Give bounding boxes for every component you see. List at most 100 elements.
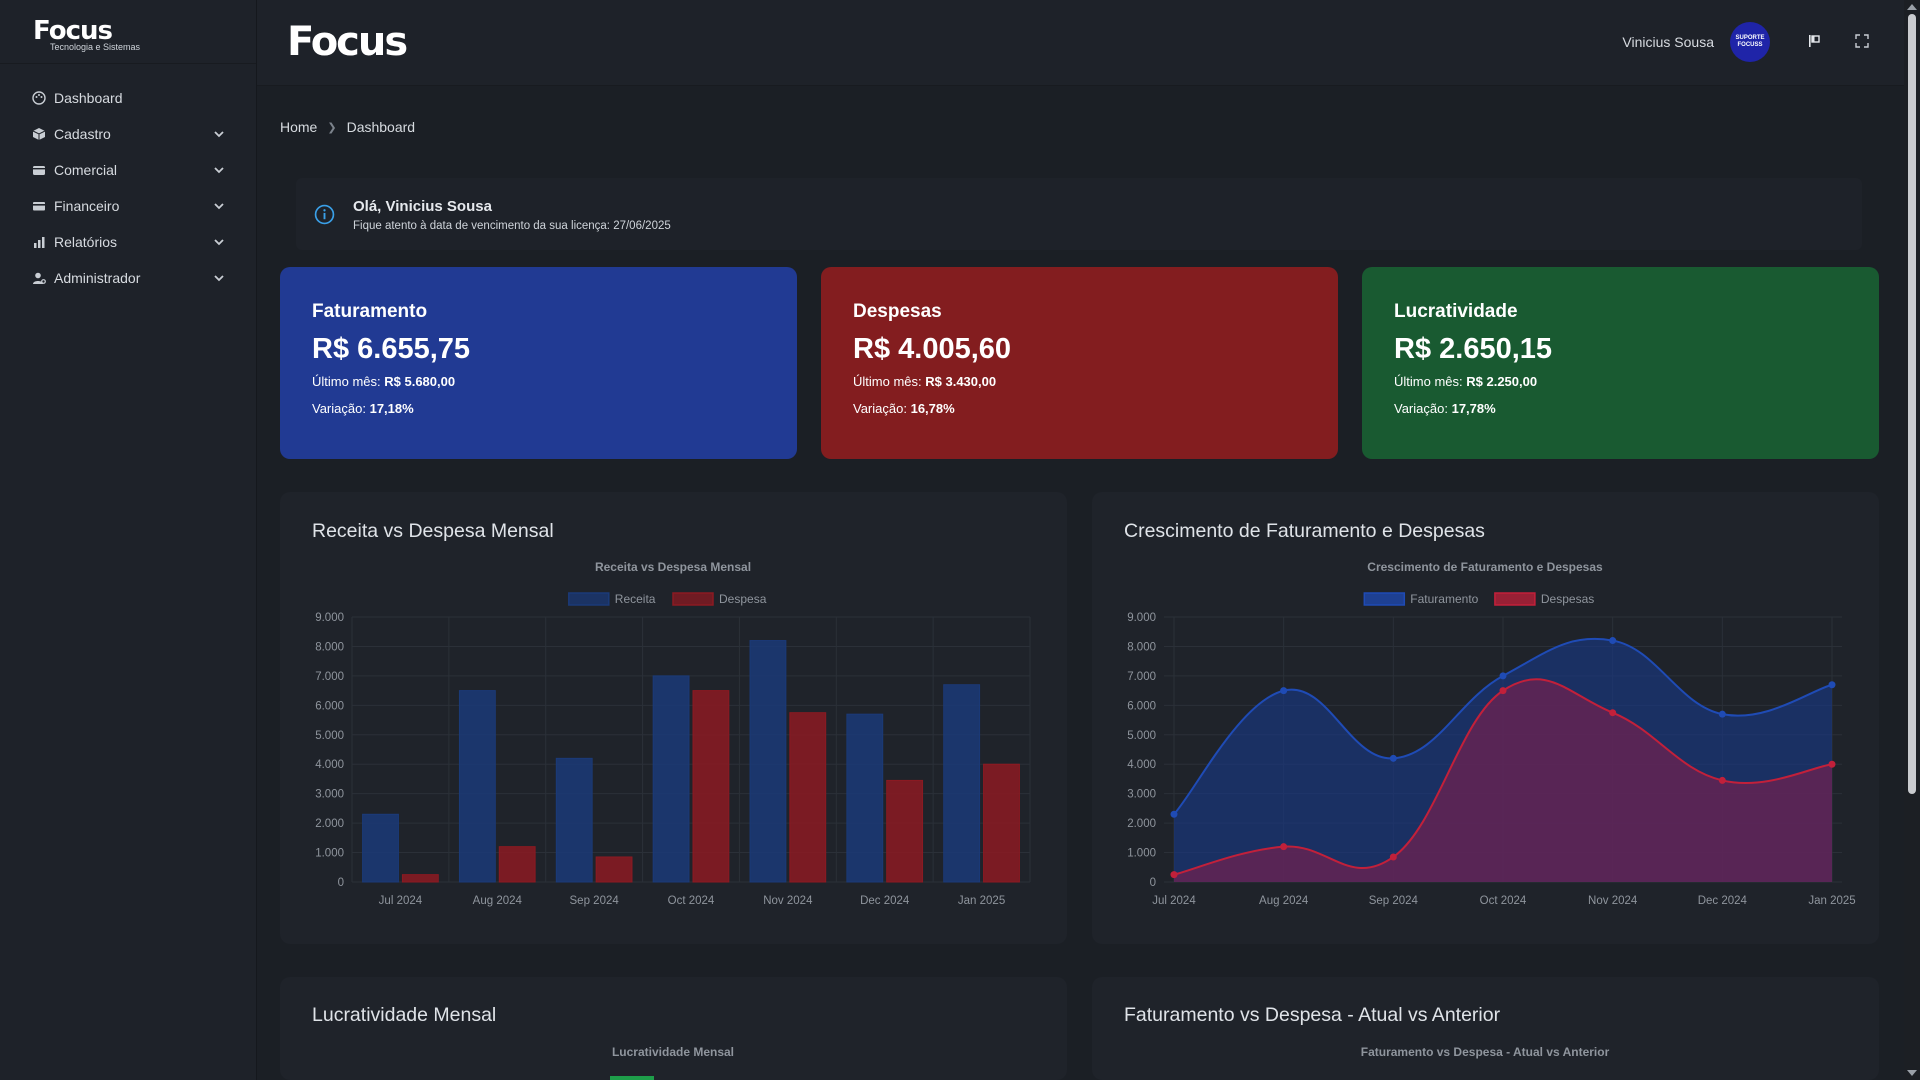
bar-receita [362,813,399,883]
y-tick-label: 1.000 [315,848,344,860]
sidebar-menu: Dashboard Cadastro Comercial Financeiro [0,64,256,296]
point-faturamento [1828,681,1836,689]
y-tick-label: 0 [338,877,344,889]
card-faturamento: Faturamento R$ 6.655,75 Último mês: R$ 5… [280,267,797,459]
sidebar-logo[interactable]: Focus Tecnologia e Sistemas [0,0,256,64]
user-gear-icon [31,271,46,286]
card-title: Despesas [853,301,942,322]
y-tick-label: 5.000 [1127,730,1156,742]
avatar[interactable]: SUPORTE FOCUSS [1730,22,1770,62]
y-tick-label: 6.000 [315,700,344,712]
x-tick-label: Oct 2024 [1480,895,1527,907]
breadcrumb-home[interactable]: Home [280,119,317,135]
point-despesas [1828,760,1836,768]
lucratividade-chart[interactable]: Lucratividade Mensal [280,977,1067,1080]
legend-swatch [568,592,610,606]
card-value: R$ 2.650,15 [1394,333,1553,365]
header-logo[interactable]: Focus [287,22,408,62]
info-icon [314,204,335,225]
y-tick-label: 8.000 [315,641,344,653]
x-tick-label: Jan 2025 [958,895,1005,907]
sidebar-logo-text: Focus [33,16,113,46]
legend-swatch [672,592,714,606]
card-variation: Variação: 17,78% [1394,401,1496,416]
user-name[interactable]: Vinicius Sousa [1622,34,1714,50]
sidebar-item-comercial[interactable]: Comercial [0,152,256,188]
chevron-down-icon [214,275,224,282]
x-tick-label: Jan 2025 [1808,895,1855,907]
y-tick-label: 5.000 [315,730,344,742]
card-variation: Variação: 17,18% [312,401,414,416]
sidebar: Focus Tecnologia e Sistemas Dashboard Ca… [0,0,257,1080]
y-tick-label: 8.000 [1127,641,1156,653]
bar-despesa [886,779,924,883]
alert-text: Fique atento à data de vencimento da sua… [353,220,671,232]
sidebar-item-administrador[interactable]: Administrador [0,260,256,296]
page-scrollbar[interactable] [1904,0,1920,1080]
y-tick-label: 7.000 [1127,671,1156,683]
area-chart[interactable]: Crescimento de Faturamento e Despesas Fat… [1092,492,1879,944]
x-tick-label: Jul 2024 [1152,895,1196,907]
bar-receita [652,675,690,883]
chart-title: Lucratividade Mensal [612,1045,734,1059]
bar-despesa [692,690,730,883]
card-last-month: Último mês: R$ 5.680,00 [312,374,456,389]
bar-receita [458,690,496,883]
y-tick-label: 4.000 [1127,759,1156,771]
legend-label: Despesa [719,592,767,606]
y-tick-label: 0 [1150,877,1156,889]
language-flag-icon[interactable] [1806,33,1822,49]
chevron-down-icon [214,203,224,210]
scroll-down-arrow-icon[interactable] [1907,1070,1917,1076]
x-tick-label: Dec 2024 [1698,895,1748,907]
card-title: Lucratividade [1394,301,1518,322]
atual-anterior-chart[interactable]: Faturamento vs Despesa - Atual vs Anteri… [1092,977,1879,1080]
sidebar-item-financeiro[interactable]: Financeiro [0,188,256,224]
y-tick-label: 2.000 [315,818,344,830]
sidebar-item-cadastro[interactable]: Cadastro [0,116,256,152]
bar-despesa [595,856,633,883]
panel-crescimento: Crescimento de Faturamento e Despesas Cr… [1092,492,1879,944]
card-lucratividade: Lucratividade R$ 2.650,15 Último mês: R$… [1362,267,1879,459]
sidebar-item-dashboard[interactable]: Dashboard [0,80,256,116]
panel-atual-anterior: Faturamento vs Despesa - Atual vs Anteri… [1092,977,1879,1080]
card-title: Faturamento [312,301,428,322]
sidebar-item-label: Financeiro [54,198,120,214]
y-tick-label: 2.000 [1127,818,1156,830]
point-despesas [1280,843,1288,851]
y-tick-label: 9.000 [1127,612,1156,624]
point-faturamento [1499,672,1507,680]
bar-receita [749,640,787,883]
palette-icon [31,91,46,106]
sidebar-logo-subtitle: Tecnologia e Sistemas [50,42,141,52]
x-tick-label: Aug 2024 [473,895,523,907]
y-tick-label: 6.000 [1127,700,1156,712]
x-tick-label: Aug 2024 [1259,895,1309,907]
scroll-thumb[interactable] [1908,14,1916,794]
chevron-down-icon [214,131,224,138]
card-last-month: Último mês: R$ 3.430,00 [853,374,997,389]
bar-chart[interactable]: Receita vs Despesa Mensal Receita Despesa 0… [280,492,1067,944]
chevron-down-icon [214,167,224,174]
wallet-icon [31,163,46,178]
point-despesas [1609,709,1617,717]
scroll-up-arrow-icon[interactable] [1907,4,1917,10]
card-last-month-value: R$ 3.430,00 [925,374,997,389]
y-tick-label: 4.000 [315,759,344,771]
x-tick-label: Dec 2024 [860,895,910,907]
x-tick-label: Oct 2024 [668,895,715,907]
y-tick-label: 3.000 [1127,789,1156,801]
point-despesas [1170,871,1178,879]
bar-despesa [401,874,439,883]
breadcrumb: Home ❯ Dashboard [280,119,415,135]
card-value: R$ 4.005,60 [853,333,1012,365]
point-despesas [1389,853,1397,861]
card-variation: Variação: 16,78% [853,401,955,416]
sidebar-item-relatorios[interactable]: Relatórios [0,224,256,260]
x-tick-label: Jul 2024 [379,895,423,907]
point-faturamento [1609,637,1617,645]
bar-despesa [983,763,1020,883]
fullscreen-icon[interactable] [1854,33,1870,49]
card-value: R$ 6.655,75 [312,333,471,365]
top-header: Focus Vinicius Sousa SUPORTE FOCUSS [257,0,1904,86]
